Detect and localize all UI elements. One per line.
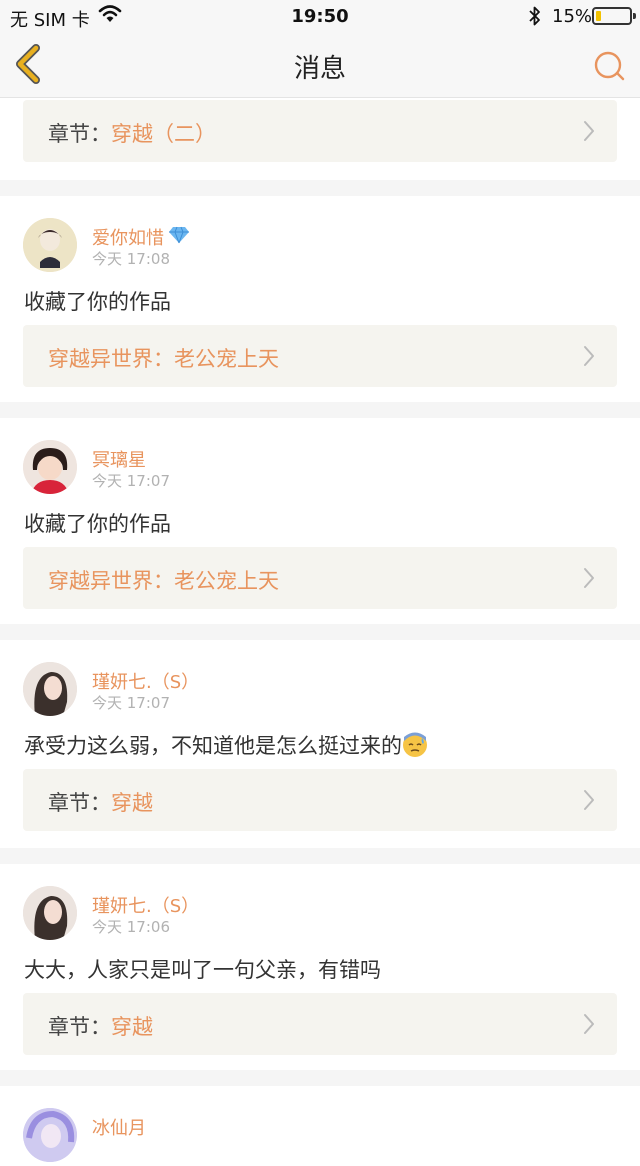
message-text: 收藏了你的作品 (24, 512, 171, 536)
battery-icon (592, 7, 636, 25)
message-feed[interactable]: 章节：穿越（二） 爱你如惜 今天 17:08 收藏了你的作品 穿越异世界：老公宠… (0, 98, 640, 1166)
avatar[interactable] (23, 1108, 77, 1162)
user-name[interactable]: 冰仙月 (92, 1114, 146, 1140)
reference-value: 穿越 (111, 1015, 153, 1039)
separator (0, 180, 640, 196)
chevron-right-icon (584, 1014, 594, 1034)
reference-value: 穿越异世界：老公宠上天 (48, 569, 279, 593)
reference-text: 章节：穿越 (48, 1011, 153, 1041)
message-item[interactable]: 瑾妍七.（S） 今天 17:06 大大，人家只是叫了一句父亲，有错吗 章节：穿越 (0, 864, 640, 1070)
reference-label: 章节： (48, 1015, 111, 1039)
nav-bar: 消息 (0, 32, 640, 98)
message-time: 今天 17:06 (92, 918, 170, 936)
page-title: 消息 (293, 54, 346, 84)
avatar[interactable] (23, 886, 77, 940)
search-icon[interactable] (592, 50, 626, 82)
avatar-illustration (23, 1108, 77, 1162)
list-item: 章节：穿越（二） (0, 98, 640, 180)
message-item[interactable]: 爱你如惜 今天 17:08 收藏了你的作品 穿越异世界：老公宠上天 (0, 196, 640, 402)
battery-nub (633, 13, 636, 19)
user-name[interactable]: 瑾妍七.（S） (92, 892, 199, 918)
clock: 19:50 (291, 6, 349, 27)
status-bar: 无 SIM 卡 19:50 15% (0, 0, 640, 32)
reference-value: 穿越 (111, 791, 153, 815)
message-item[interactable]: 冰仙月 (0, 1086, 640, 1166)
battery-percent: 15% (552, 6, 593, 27)
avatar-illustration (23, 440, 77, 494)
reference-label: 章节： (48, 791, 111, 815)
reference-text: 章节：穿越（二） (48, 118, 216, 148)
message-text: 大大，人家只是叫了一句父亲，有错吗 (24, 958, 381, 982)
separator (0, 1070, 640, 1086)
message-text: 承受力这么弱，不知道他是怎么挺过来的 (24, 730, 428, 760)
message-text: 收藏了你的作品 (24, 290, 171, 314)
reference-text: 穿越异世界：老公宠上天 (48, 565, 279, 595)
message-time: 今天 17:07 (92, 694, 170, 712)
chevron-right-icon (584, 121, 594, 141)
message-text-content: 承受力这么弱，不知道他是怎么挺过来的 (24, 734, 402, 758)
bluetooth-icon (529, 6, 540, 26)
user-name[interactable]: 爱你如惜 (92, 224, 164, 250)
chevron-right-icon (584, 346, 594, 366)
reference-value: 穿越异世界：老公宠上天 (48, 347, 279, 371)
avatar-illustration (23, 218, 77, 272)
reference-card[interactable]: 穿越异世界：老公宠上天 (23, 325, 617, 387)
message-time: 今天 17:08 (92, 250, 170, 268)
sad-sweat-emoji (403, 732, 427, 757)
reference-card[interactable]: 穿越异世界：老公宠上天 (23, 547, 617, 609)
avatar[interactable] (23, 440, 77, 494)
user-name[interactable]: 冥璃星 (92, 446, 146, 472)
avatar[interactable] (23, 662, 77, 716)
separator (0, 848, 640, 864)
message-item[interactable]: 瑾妍七.（S） 今天 17:07 承受力这么弱，不知道他是怎么挺过来的 章节：穿… (0, 640, 640, 848)
diamond-icon (169, 226, 189, 244)
avatar-illustration (23, 662, 77, 716)
battery-level (596, 11, 601, 21)
reference-value: 穿越（二） (111, 122, 216, 146)
chevron-right-icon (584, 568, 594, 588)
separator (0, 402, 640, 418)
avatar[interactable] (23, 218, 77, 272)
reference-card[interactable]: 章节：穿越（二） (23, 100, 617, 162)
reference-card[interactable]: 章节：穿越 (23, 769, 617, 831)
user-name[interactable]: 瑾妍七.（S） (92, 668, 199, 694)
reference-card[interactable]: 章节：穿越 (23, 993, 617, 1055)
message-time: 今天 17:07 (92, 472, 170, 490)
message-item[interactable]: 冥璃星 今天 17:07 收藏了你的作品 穿越异世界：老公宠上天 (0, 418, 640, 624)
chevron-right-icon (584, 790, 594, 810)
reference-label: 章节： (48, 122, 111, 146)
reference-text: 穿越异世界：老公宠上天 (48, 343, 279, 373)
reference-text: 章节：穿越 (48, 787, 153, 817)
avatar-illustration (23, 886, 77, 940)
separator (0, 624, 640, 640)
